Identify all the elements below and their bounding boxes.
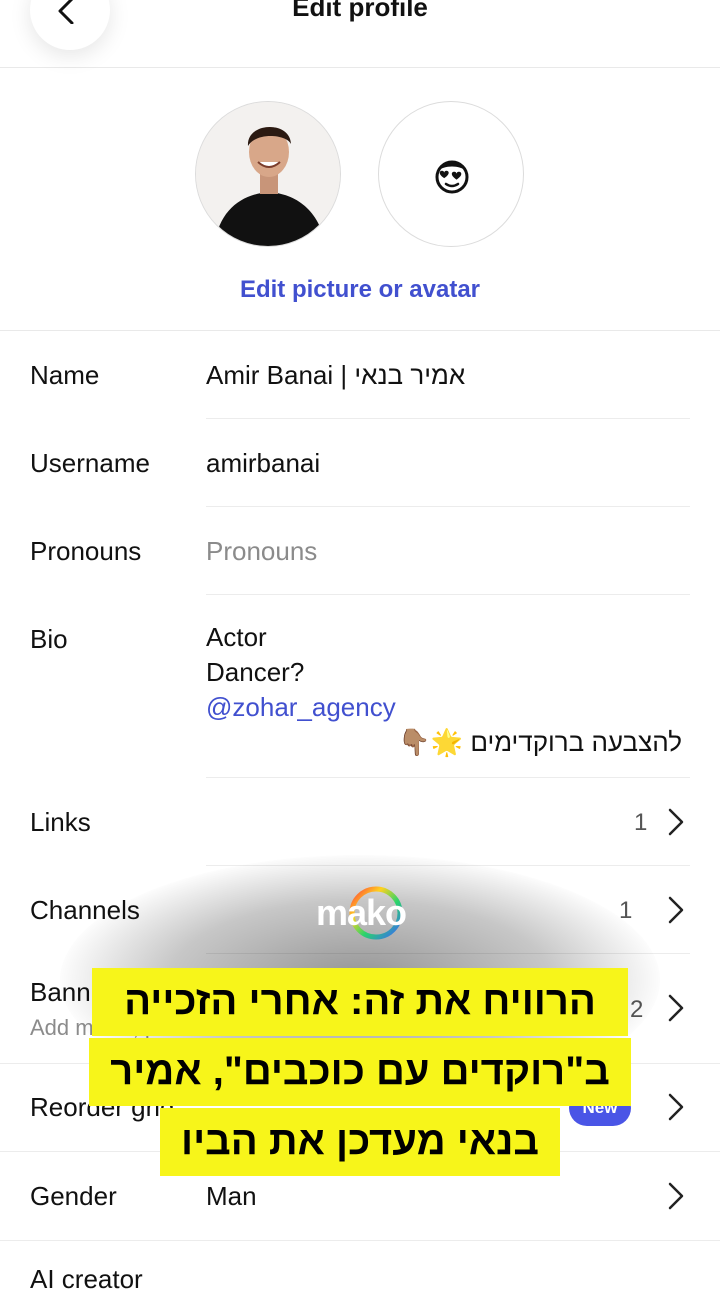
username-field[interactable]: amirbanai bbox=[206, 448, 320, 479]
bio-label: Bio bbox=[30, 624, 68, 654]
pronouns-field[interactable]: Pronouns bbox=[206, 536, 317, 567]
links-label: Links bbox=[30, 807, 91, 837]
chevron-right-icon bbox=[668, 994, 684, 1022]
divider bbox=[206, 418, 690, 419]
name-label: Name bbox=[30, 360, 100, 390]
bio-line: Actor bbox=[206, 622, 267, 652]
links-count: 1 bbox=[634, 809, 648, 836]
avatar-option[interactable] bbox=[378, 101, 524, 247]
bio-line: Dancer? bbox=[206, 657, 305, 687]
chevron-right-icon bbox=[668, 896, 684, 924]
profile-picture[interactable] bbox=[195, 101, 341, 247]
avatar-face-icon bbox=[435, 160, 469, 194]
gender-label: Gender bbox=[30, 1181, 117, 1211]
caption-line: ב"רוקדים עם כוכבים", אמיר bbox=[89, 1038, 631, 1106]
bio-field[interactable]: Actor Dancer? @zohar_agency להצבעה ברוקד… bbox=[206, 620, 682, 760]
chevron-right-icon bbox=[668, 808, 684, 836]
edit-picture-link[interactable]: Edit picture or avatar bbox=[0, 276, 720, 304]
pronouns-label: Pronouns bbox=[30, 536, 142, 566]
bio-mention-link[interactable]: @zohar_agency bbox=[206, 690, 682, 725]
divider bbox=[206, 777, 690, 778]
header: Edit profile bbox=[0, 0, 720, 68]
mako-logo-text: mako bbox=[315, 892, 407, 933]
bio-line: להצבעה ברוקדימים 🌟👇🏽 bbox=[398, 727, 682, 757]
caption-line: בנאי מעדכן את הביו bbox=[160, 1108, 560, 1176]
caption-line: הרוויח את זה: אחרי הזכייה bbox=[92, 968, 628, 1036]
mako-logo: mako bbox=[298, 880, 424, 944]
username-label: Username bbox=[30, 448, 150, 478]
divider bbox=[206, 594, 690, 595]
divider bbox=[0, 330, 720, 331]
name-field[interactable]: Amir Banai | אמיר בנאי bbox=[206, 360, 465, 391]
gender-value: Man bbox=[206, 1181, 257, 1211]
chevron-right-icon bbox=[668, 1093, 684, 1121]
divider bbox=[0, 1240, 720, 1241]
chevron-right-icon bbox=[668, 1182, 684, 1210]
page-title: Edit profile bbox=[292, 0, 428, 22]
divider bbox=[206, 506, 690, 507]
person-photo-icon bbox=[196, 102, 340, 246]
